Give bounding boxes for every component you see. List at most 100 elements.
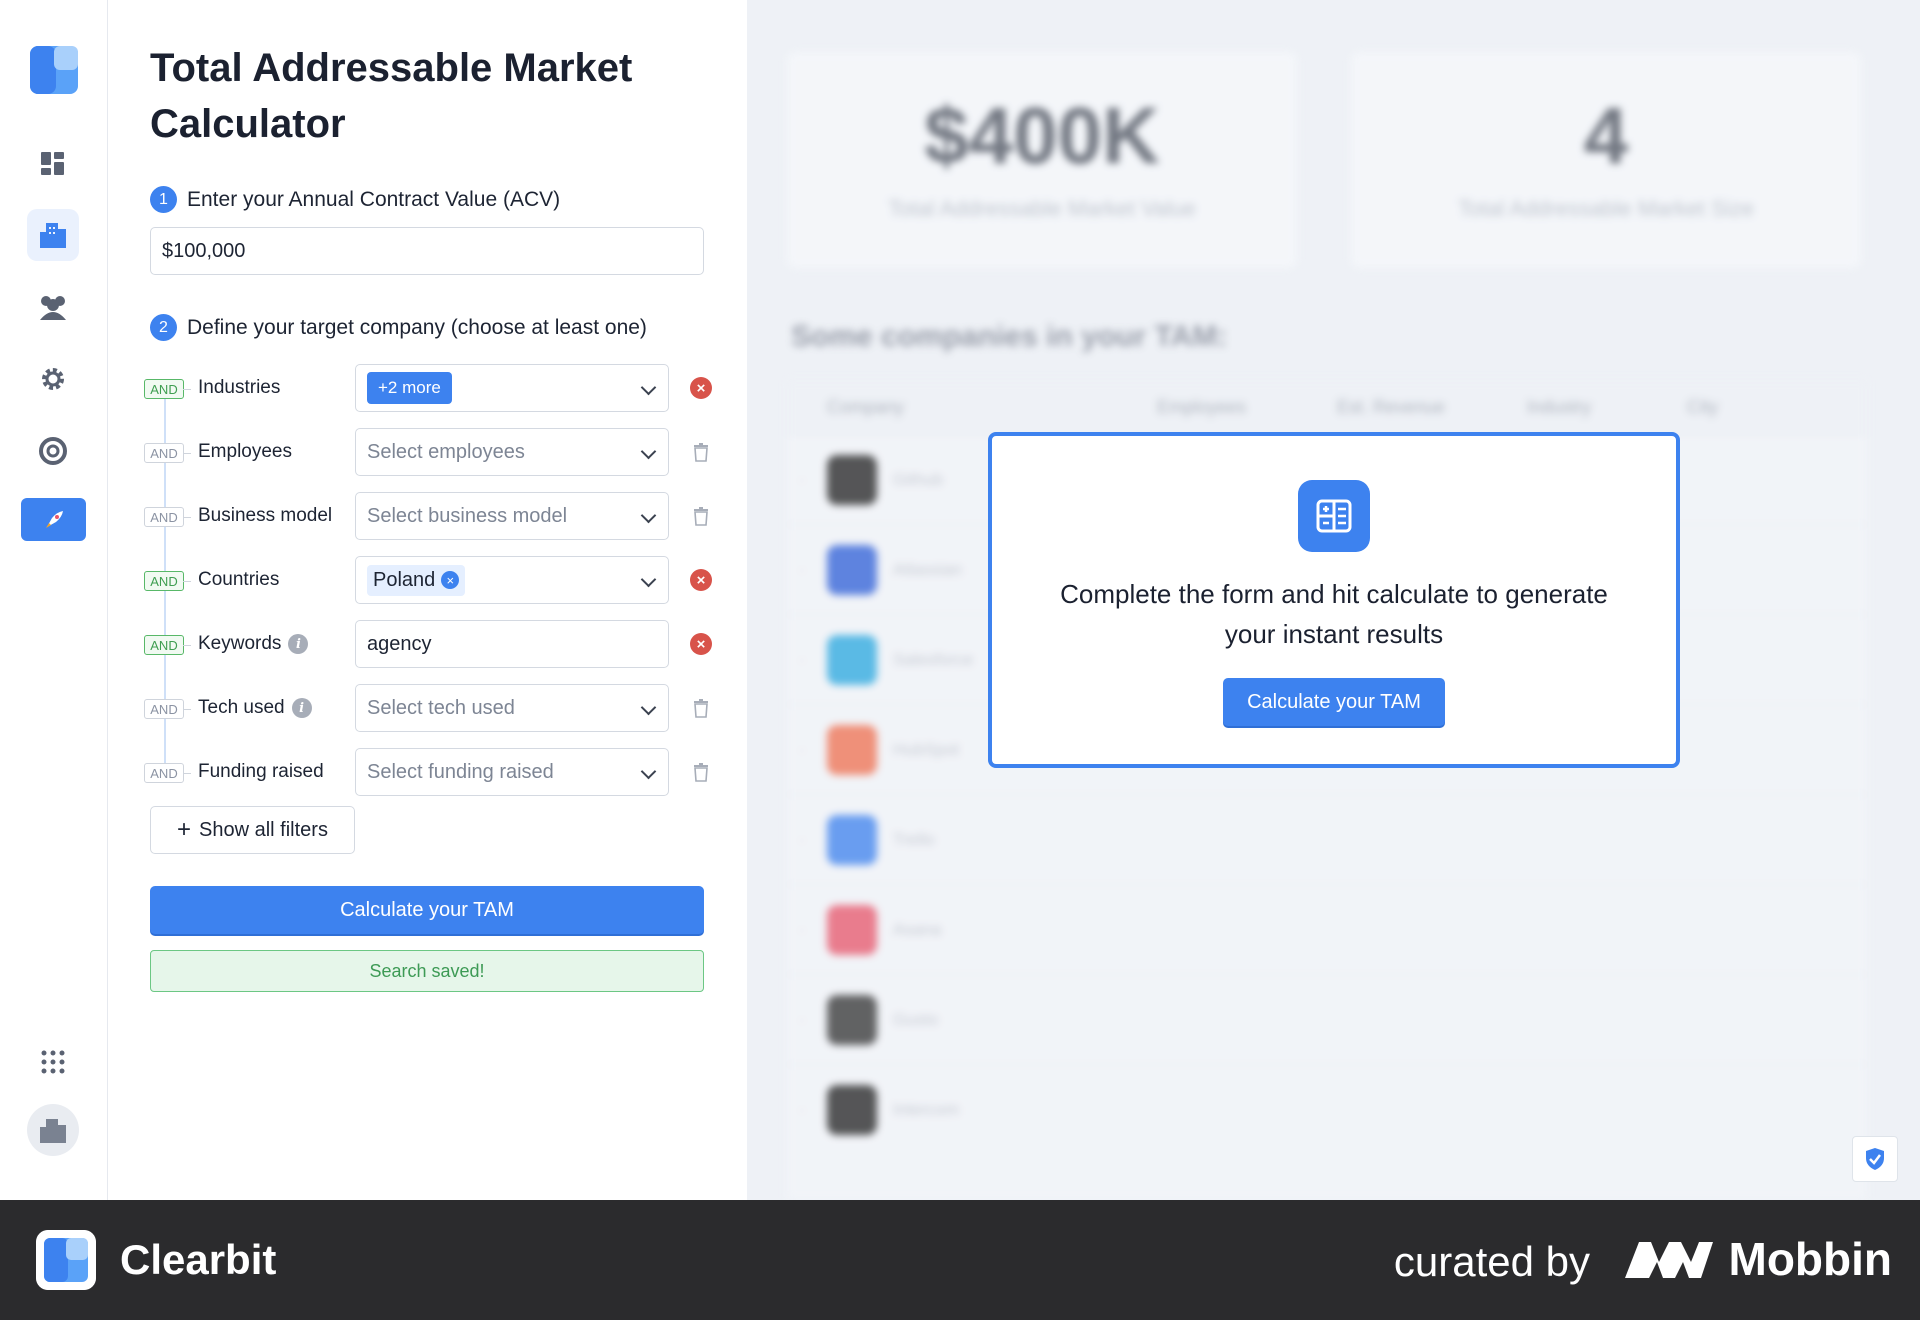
select-placeholder: Select business model bbox=[367, 504, 568, 527]
employees-select[interactable]: Select employees bbox=[355, 428, 669, 476]
filter-row-tech-used: AND Tech used i Select tech used bbox=[144, 684, 708, 734]
filter-row-employees: AND Employees Select employees bbox=[144, 428, 708, 478]
gear-icon[interactable] bbox=[27, 353, 79, 405]
column-header: Industry bbox=[1527, 396, 1592, 417]
and-toggle[interactable]: AND bbox=[144, 571, 191, 591]
chevron-down-icon bbox=[640, 571, 657, 588]
and-toggle[interactable]: AND bbox=[144, 443, 191, 463]
people-icon[interactable] bbox=[27, 281, 79, 333]
funding-raised-select[interactable]: Select funding raised bbox=[355, 748, 669, 796]
table-header: Company Employees Est. Revenue Industry … bbox=[787, 380, 1867, 434]
show-all-filters-button[interactable]: + Show all filters bbox=[150, 806, 355, 854]
remove-filter-icon[interactable]: × bbox=[690, 633, 712, 655]
remove-filter-icon[interactable]: × bbox=[690, 569, 712, 591]
company-name: Asana bbox=[893, 919, 942, 939]
filter-label: Funding raised bbox=[198, 761, 324, 782]
trash-icon[interactable] bbox=[690, 505, 712, 527]
workspace-avatar[interactable] bbox=[27, 1104, 79, 1156]
company-cell: Trello bbox=[817, 814, 1157, 865]
select-placeholder: Select employees bbox=[367, 440, 525, 463]
search-saved-banner: Search saved! bbox=[150, 950, 704, 992]
apps-grid-icon[interactable] bbox=[27, 1036, 79, 1088]
plus-icon: + bbox=[177, 816, 192, 843]
company-name: HubSpot bbox=[893, 739, 960, 759]
step-label: Define your target company (choose at le… bbox=[187, 315, 647, 339]
industries-select[interactable]: +2 more bbox=[355, 364, 669, 412]
company-logo-icon bbox=[827, 994, 877, 1045]
modal-calculate-button[interactable]: Calculate your TAM bbox=[1223, 678, 1445, 726]
chevron-down-icon bbox=[640, 699, 657, 716]
shield-icon[interactable] bbox=[1852, 1136, 1898, 1182]
tam-value-label: Total Addressable Market Value bbox=[888, 196, 1196, 221]
filter-row-industries: AND Industries +2 more × bbox=[144, 364, 712, 414]
row-index: · bbox=[799, 919, 805, 939]
footer-bar: Clearbit curated by Mobbin bbox=[0, 1200, 1920, 1320]
table-row[interactable]: · Asana bbox=[787, 884, 1867, 974]
trash-icon[interactable] bbox=[690, 697, 712, 719]
tam-size: 4 bbox=[1583, 91, 1629, 180]
chevron-down-icon bbox=[640, 763, 657, 780]
trash-icon[interactable] bbox=[690, 441, 712, 463]
and-toggle[interactable]: AND bbox=[144, 763, 191, 783]
tam-size-label: Total Addressable Market Size bbox=[1458, 196, 1754, 221]
calculate-tam-button[interactable]: Calculate your TAM bbox=[150, 886, 704, 934]
and-toggle[interactable]: AND bbox=[144, 635, 191, 655]
tech-used-select[interactable]: Select tech used bbox=[355, 684, 669, 732]
country-tag: Poland × bbox=[367, 564, 466, 596]
icon-rail bbox=[0, 0, 108, 1200]
clearbit-logo-icon[interactable] bbox=[30, 46, 78, 94]
page-title: Total Addressable Market Calculator bbox=[150, 46, 633, 146]
chevron-down-icon bbox=[640, 443, 657, 460]
support-icon[interactable] bbox=[27, 425, 79, 477]
and-toggle[interactable]: AND bbox=[144, 507, 191, 527]
remove-filter-icon[interactable]: × bbox=[690, 377, 712, 399]
table-row[interactable]: · Intercom bbox=[787, 1064, 1867, 1154]
more-pill[interactable]: +2 more bbox=[367, 372, 452, 404]
business-model-select[interactable]: Select business model bbox=[355, 492, 669, 540]
step-label: Enter your Annual Contract Value (ACV) bbox=[187, 187, 561, 211]
filter-row-funding-raised: AND Funding raised Select funding raised bbox=[144, 748, 708, 798]
rocket-icon[interactable] bbox=[21, 498, 86, 541]
info-icon[interactable]: i bbox=[288, 634, 309, 654]
trash-icon[interactable] bbox=[690, 761, 712, 783]
acv-input[interactable]: $100,000 bbox=[150, 227, 704, 275]
column-header: Employees bbox=[1157, 396, 1247, 417]
company-name: Salesforce bbox=[893, 649, 974, 669]
company-name: Atlassian bbox=[893, 559, 962, 579]
filter-label: Business model bbox=[198, 505, 333, 526]
step-acv: 1 Enter your Annual Contract Value (ACV) bbox=[150, 186, 560, 213]
and-toggle[interactable]: AND bbox=[144, 699, 191, 719]
mobbin-logo-icon bbox=[1624, 1242, 1713, 1278]
show-all-label: Show all filters bbox=[199, 818, 328, 841]
companies-icon[interactable] bbox=[27, 209, 79, 261]
keywords-input[interactable]: agency bbox=[355, 620, 669, 668]
company-logo-icon bbox=[827, 454, 877, 505]
countries-select[interactable]: Poland × bbox=[355, 556, 669, 604]
column-header: Est. Revenue bbox=[1337, 396, 1446, 417]
select-placeholder: Select funding raised bbox=[367, 760, 554, 783]
dashboard-icon[interactable] bbox=[27, 138, 79, 190]
filter-label: Industries bbox=[198, 377, 281, 398]
filter-label: Employees bbox=[198, 441, 292, 462]
table-row[interactable]: · Trello bbox=[787, 794, 1867, 884]
column-header: Company bbox=[827, 396, 905, 417]
filter-row-business-model: AND Business model Select business model bbox=[144, 492, 708, 542]
filter-row-countries: AND Countries Poland × × bbox=[144, 556, 712, 606]
and-toggle[interactable]: AND bbox=[144, 379, 191, 399]
company-cell: Asana bbox=[817, 904, 1157, 955]
step-number: 2 bbox=[150, 314, 177, 341]
calculate-prompt-modal: Complete the form and hit calculate to g… bbox=[988, 432, 1680, 768]
company-logo-icon bbox=[827, 544, 877, 595]
info-icon[interactable]: i bbox=[291, 698, 312, 718]
company-logo-icon bbox=[827, 1084, 877, 1135]
company-logo-icon bbox=[827, 634, 877, 685]
calculator-icon bbox=[1298, 480, 1370, 552]
tam-form-panel: Total Addressable Market Calculator 1 En… bbox=[108, 0, 747, 1200]
step-target-company: 2 Define your target company (choose at … bbox=[150, 314, 647, 341]
modal-message: Complete the form and hit calculate to g… bbox=[1060, 579, 1608, 649]
table-row[interactable]: · Gusto bbox=[787, 974, 1867, 1064]
tam-value: $400K bbox=[924, 91, 1160, 180]
remove-tag-icon[interactable]: × bbox=[441, 571, 460, 589]
keywords-value: agency bbox=[367, 632, 432, 655]
company-name: Trello bbox=[893, 829, 935, 849]
